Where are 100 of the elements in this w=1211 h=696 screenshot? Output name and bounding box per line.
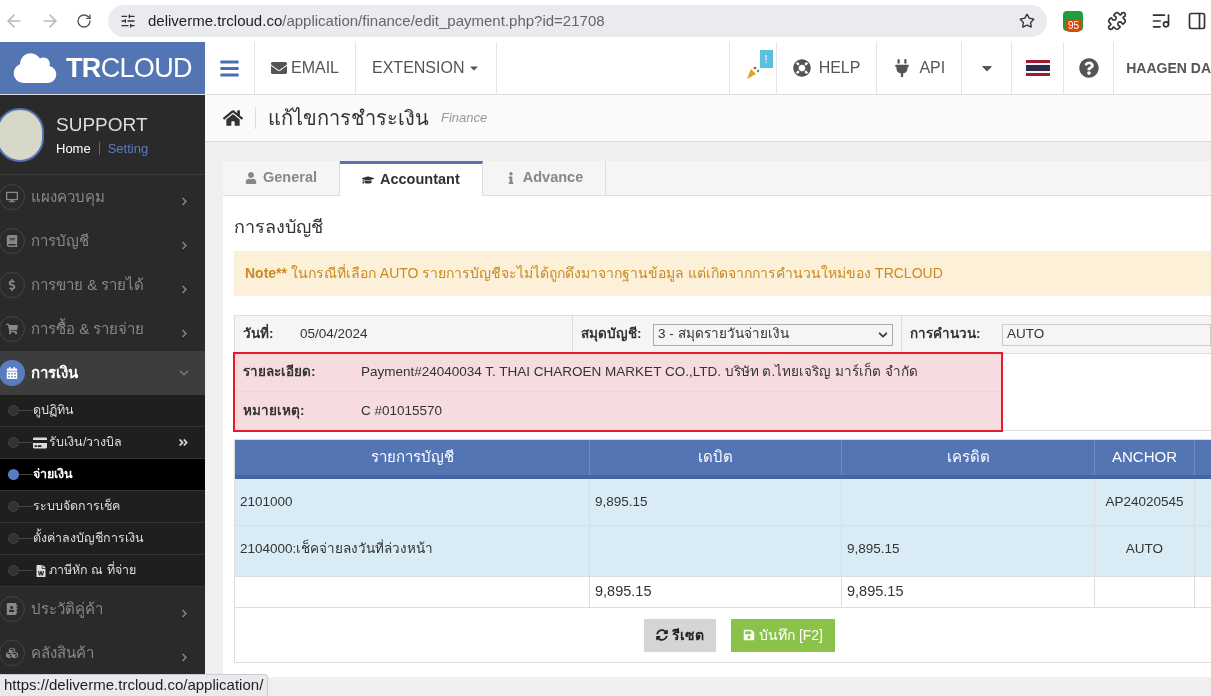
submenu-item[interactable]: ระบบจัดการเช็ค	[0, 491, 205, 523]
chevron-right-icon	[180, 196, 189, 206]
total-cell: 9,895.15	[842, 577, 1095, 607]
calc-label: การคำนวน:	[909, 325, 982, 344]
submenu-label: ภาษีหัก ณ ที่จ่าย	[49, 561, 137, 580]
column-header: รายการบัญชี	[235, 440, 590, 475]
submenu-item[interactable]: จ่ายเงิน	[0, 459, 205, 491]
calc-field[interactable]: AUTO	[1002, 323, 1211, 346]
section-title: การลงบัญชี	[234, 216, 324, 239]
table-cell: 9,895.15	[590, 479, 842, 525]
submenu-item[interactable]: ตั้งค่าลงบัญชีการเงิน	[0, 523, 205, 555]
lifebuoy-icon	[792, 59, 811, 77]
avatar	[0, 107, 44, 162]
envelope-icon	[271, 60, 287, 76]
date-value: 05/04/2024	[300, 325, 369, 344]
puzzle-icon[interactable]	[1107, 11, 1127, 31]
submenu-item[interactable]: รับเงิน/วางบิล	[0, 427, 205, 459]
column-header: เครดิต	[842, 440, 1095, 475]
chevron-right-icon	[180, 652, 189, 662]
submenu-label: ตั้งค่าลงบัญชีการเงิน	[33, 529, 189, 548]
refresh-icon	[656, 629, 668, 641]
note-banner: Note** ในกรณีที่เลือก AUTO รายการบัญชีจะไม่ได้ถูกดึงมาจากฐานข้อมูล แต่เกิดจากการคำนวนใหม่ของ TRCLOUD	[234, 251, 1211, 296]
book-label: สมุดบัญชี:	[580, 325, 643, 344]
table-cell: 2104000:เช็คจ่ายลงวันที่ล่วงหน้า	[235, 526, 590, 576]
menu-item-label: คลังสินค้า	[31, 642, 95, 663]
chevron-right-icon	[180, 608, 189, 618]
menu-icon	[219, 57, 240, 79]
menu-item-icon	[0, 360, 25, 386]
submenu-label: จ่ายเงิน	[33, 466, 74, 484]
column-header: ANCHOR	[1095, 440, 1195, 475]
table-cell: AP24020545	[1095, 479, 1195, 525]
remark-value: C #01015570	[361, 401, 443, 420]
card-icon	[33, 435, 47, 450]
extension-badge: 95	[1066, 19, 1082, 32]
sidebar-item[interactable]: ประวัติคู่ค้า	[0, 587, 205, 631]
menu-item-label: การเงิน	[31, 362, 79, 383]
cloud-icon	[12, 51, 58, 85]
chevron-down-icon	[878, 329, 888, 340]
submenu-label: ดูปฏิทิน	[33, 402, 75, 420]
home-icon[interactable]	[223, 109, 243, 127]
sidebar-item[interactable]: การบัญชี	[0, 219, 205, 263]
date-label: วันที่:	[242, 324, 275, 344]
chevron-right-icon	[180, 240, 189, 250]
page-subtitle: Finance	[441, 109, 488, 128]
plug-icon	[893, 59, 912, 77]
table-cell: 2101000	[235, 479, 590, 525]
address-bar[interactable]: deliverme.trcloud.co/application/finance/edit_payment.php?id=21708	[108, 5, 1047, 37]
flag-icon	[1025, 60, 1050, 76]
email-button[interactable]: EMAIL	[255, 42, 356, 94]
total-cell: 9,895.15	[590, 577, 842, 607]
site-info-icon[interactable]	[120, 13, 136, 29]
detail-value: Payment#24040034 T. THAI CHAROEN MARKET CO.,LTD. บริษัท ต.ไทยเจริญ มาร์เก็ต จำกัด	[361, 362, 918, 382]
url-text: deliverme.trcloud.co/application/finance/edit_payment.php?id=21708	[148, 10, 605, 31]
sidebar-item[interactable]: แผงควบคุม	[0, 175, 205, 219]
media-icon[interactable]	[1151, 11, 1171, 31]
sidebar-item[interactable]: คลังสินค้า	[0, 631, 205, 675]
menu-item-label: แผงควบคุม	[31, 186, 106, 209]
tab[interactable]: Accountant	[340, 161, 483, 196]
home-link[interactable]: Home	[56, 139, 91, 159]
user-title: SUPPORT	[56, 112, 149, 137]
side-panel-icon[interactable]	[1187, 11, 1207, 31]
chevron-right-icon	[180, 284, 189, 294]
sidebar-item[interactable]: การซื้อ & รายจ่าย	[0, 307, 205, 351]
detail-label: รายละเอียด:	[242, 363, 317, 382]
user-name[interactable]: HAAGEN DA	[1114, 42, 1211, 94]
tab-icon	[245, 172, 257, 184]
table-cell: AUTO	[1095, 526, 1195, 576]
party-popper-icon	[744, 64, 761, 80]
sidebar-item[interactable]: การเงิน	[0, 351, 205, 395]
submenu-item[interactable]: ดูปฏิทิน	[0, 395, 205, 427]
sidebar-item[interactable]: การขาย & รายได้	[0, 263, 205, 307]
menu-item-label: การบัญชี	[31, 230, 90, 251]
book-select[interactable]: 3 - สมุดรายวันจ่ายเงิน	[653, 323, 893, 346]
column-header: เดบิต	[590, 440, 842, 475]
question-icon	[1078, 58, 1099, 78]
remark-label: หมายเหตุ:	[242, 401, 306, 421]
submenu-item[interactable]: ภาษีหัก ณ ที่จ่าย	[0, 555, 205, 587]
menu-item-label: ประวัติคู่ค้า	[31, 598, 104, 620]
table-cell: 9,895.15	[842, 526, 1095, 576]
chevron-down-icon	[179, 368, 189, 378]
submenu-label: ระบบจัดการเช็ค	[33, 497, 121, 516]
logo[interactable]: TRCLOUD	[0, 42, 205, 94]
page-title: แก้ไขการชำระเงิน	[268, 106, 429, 131]
menu-item-label: การซื้อ & รายจ่าย	[31, 317, 146, 339]
extension-icon[interactable]: 95	[1063, 11, 1083, 31]
api-button[interactable]: API	[877, 42, 963, 94]
setting-link[interactable]: Setting	[107, 139, 149, 159]
notification-badge: !	[759, 50, 773, 68]
logo-text: TRCLOUD	[66, 51, 192, 85]
tab-icon	[362, 174, 374, 186]
double-chevron-icon	[178, 437, 189, 448]
status-url: https://deliverme.trcloud.co/application/	[0, 674, 269, 696]
extension-menu[interactable]: EXTENSION	[356, 42, 498, 94]
reload-icon[interactable]	[76, 13, 92, 29]
help-button[interactable]: HELP	[776, 42, 878, 94]
reset-button[interactable]: รีเซต	[644, 618, 716, 652]
submenu-label: รับเงิน/วางบิล	[49, 434, 124, 452]
chevron-right-icon	[180, 328, 189, 338]
bookmark-icon[interactable]	[1019, 13, 1035, 29]
menu-item-label: การขาย & รายได้	[31, 274, 146, 295]
